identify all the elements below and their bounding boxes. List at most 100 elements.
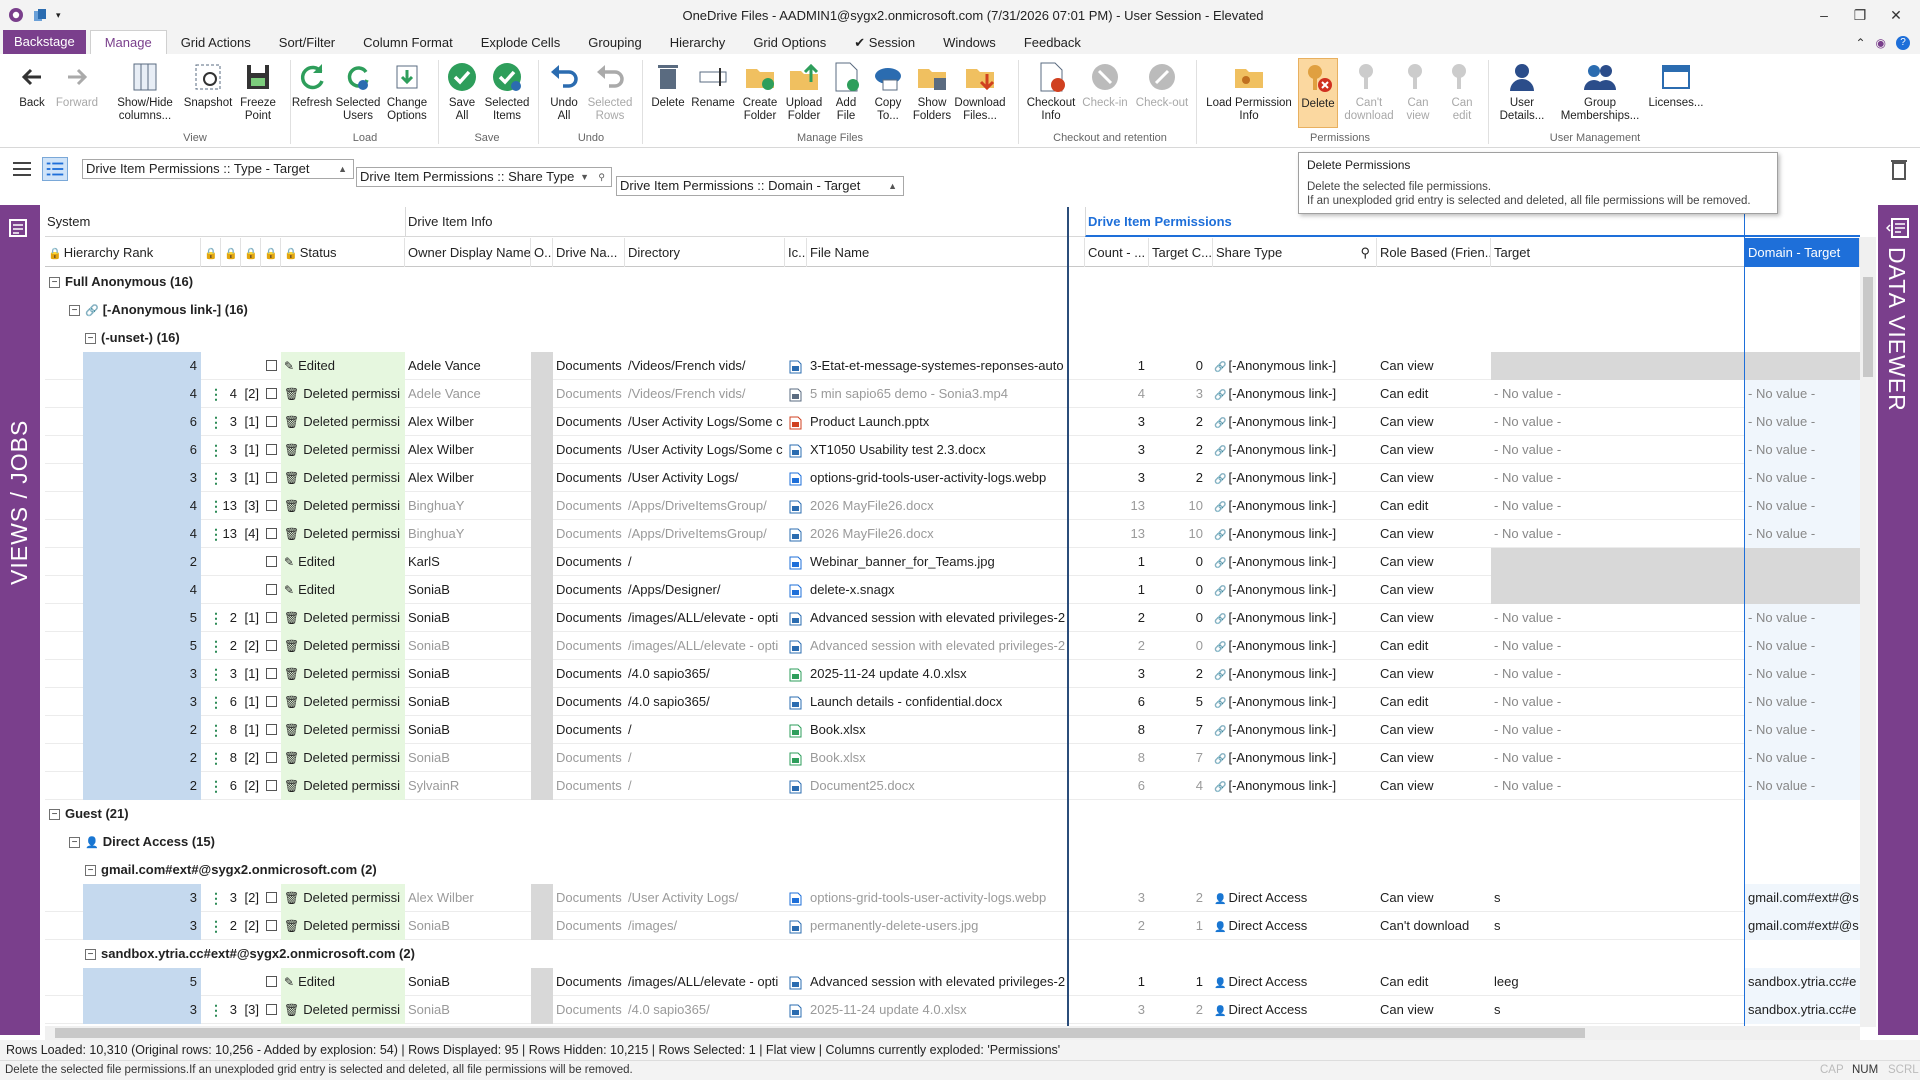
cell-share-type[interactable]: 🔗 [-Anonymous link-]: [1211, 464, 1377, 492]
restore-button[interactable]: ❐: [1842, 7, 1878, 24]
cell-hierarchy-rank[interactable]: 6: [83, 408, 201, 436]
cell-directory[interactable]: /: [625, 744, 785, 772]
cell-hierarchy-rank[interactable]: 5: [83, 968, 201, 996]
refresh-button[interactable]: Refresh: [292, 60, 332, 110]
cell-status[interactable]: 🗑 Deleted permissi: [281, 632, 405, 660]
cell-drive-name[interactable]: Documents: [553, 912, 625, 940]
cell-o[interactable]: [531, 632, 553, 660]
collapse-toggle-icon[interactable]: −: [49, 277, 60, 289]
checkbox-icon[interactable]: [266, 444, 277, 455]
cell-domain-target[interactable]: - No value -: [1745, 464, 1860, 492]
table-row[interactable]: 3 ⋮ 3 [3] 🗑 Deleted permissi SoniaB Documents/4…: [45, 996, 1860, 1024]
cell-explode-count[interactable]: [221, 968, 241, 996]
cell-status[interactable]: 🗑 Deleted permissi: [281, 492, 405, 520]
cell-owner[interactable]: SylvainR: [405, 772, 531, 800]
group-sandbox[interactable]: − sandbox.ytria.cc#ext#@sygx2.onmicrosoft…: [45, 940, 1860, 968]
cell-target-count[interactable]: 2: [1149, 436, 1207, 464]
cell-target[interactable]: - No value -: [1491, 604, 1745, 632]
cell-share-type[interactable]: 🔗 [-Anonymous link-]: [1211, 492, 1377, 520]
row-menu-icon[interactable]: ⋮: [209, 470, 221, 486]
cell-explode-index[interactable]: [1]: [241, 688, 263, 716]
cell-count[interactable]: 3: [1085, 884, 1149, 912]
cell-count[interactable]: 6: [1085, 772, 1149, 800]
sort-descending-icon[interactable]: ▼: [580, 168, 589, 186]
cell-hierarchy-rank[interactable]: 4: [83, 576, 201, 604]
cell-share-type[interactable]: 🔗 [-Anonymous link-]: [1211, 548, 1377, 576]
cell-owner[interactable]: Alex Wilber: [405, 408, 531, 436]
row-menu-icon[interactable]: ⋮: [209, 610, 221, 626]
cell-target[interactable]: - No value -: [1491, 520, 1745, 548]
tab-column-format[interactable]: Column Format: [349, 32, 467, 54]
cell-drive-name[interactable]: Documents: [553, 688, 625, 716]
cell-owner[interactable]: Alex Wilber: [405, 436, 531, 464]
cell-status[interactable]: 🗑 Deleted permissi: [281, 772, 405, 800]
cell-marker[interactable]: ⋮: [201, 744, 221, 772]
cell-target-count[interactable]: 0: [1149, 604, 1207, 632]
cell-hierarchy-rank[interactable]: 4: [83, 352, 201, 380]
checkbox-icon[interactable]: [266, 1004, 277, 1015]
cell-marker[interactable]: ⋮: [201, 604, 221, 632]
cell-file-name[interactable]: 2026 MayFile26.docx: [807, 492, 1065, 520]
cell-marker[interactable]: ⋮: [201, 884, 221, 912]
cell-share-type[interactable]: 🔗 [-Anonymous link-]: [1211, 408, 1377, 436]
row-menu-icon[interactable]: ⋮: [209, 1002, 221, 1018]
sort-ascending-icon[interactable]: ▲: [888, 177, 897, 195]
header-lock-4[interactable]: 🔒: [261, 238, 281, 267]
cell-role[interactable]: Can view: [1377, 408, 1491, 436]
cell-role[interactable]: Can view: [1377, 576, 1491, 604]
checkbox-icon[interactable]: [266, 416, 277, 427]
cell-o[interactable]: [531, 912, 553, 940]
cell-explode-count[interactable]: 3: [221, 996, 241, 1024]
tab-manage[interactable]: Manage: [89, 30, 167, 54]
cell-drive-name[interactable]: Documents: [553, 996, 625, 1024]
cell-count[interactable]: 1: [1085, 352, 1149, 380]
collapse-ribbon-icon[interactable]: ⌃: [1855, 36, 1865, 50]
cell-target[interactable]: - No value -: [1491, 408, 1745, 436]
cell-count[interactable]: 3: [1085, 436, 1149, 464]
table-row[interactable]: 5 ⋮ 2 [2] 🗑 Deleted permissi SoniaB Documents/i…: [45, 632, 1860, 660]
cell-status[interactable]: ✎ Edited: [281, 548, 405, 576]
load-permission-info-button[interactable]: Load Permission Info: [1204, 60, 1294, 123]
cell-count[interactable]: 2: [1085, 912, 1149, 940]
cell-share-type[interactable]: 🔗 [-Anonymous link-]: [1211, 380, 1377, 408]
cell-explode-count[interactable]: 8: [221, 744, 241, 772]
save-selected-items-button[interactable]: Selected Items: [484, 60, 530, 123]
cell-target[interactable]: [1491, 548, 1745, 576]
cell-target-count[interactable]: 3: [1149, 380, 1207, 408]
cell-share-type[interactable]: 🔗 [-Anonymous link-]: [1211, 688, 1377, 716]
cell-domain-target[interactable]: [1745, 548, 1860, 576]
cell-explode-index[interactable]: [2]: [241, 772, 263, 800]
cell-domain-target[interactable]: - No value -: [1745, 380, 1860, 408]
header-share-type[interactable]: Share Type ⚲: [1213, 238, 1377, 267]
cell-explode-index[interactable]: [241, 352, 263, 380]
cell-o[interactable]: [531, 548, 553, 576]
cell-count[interactable]: 1: [1085, 548, 1149, 576]
cell-directory[interactable]: /Apps/DriveItemsGroup/: [625, 492, 785, 520]
collapse-toggle-icon[interactable]: −: [85, 333, 96, 345]
table-row[interactable]: 5 ⋮ 2 [1] 🗑 Deleted permissi SoniaB Documents/i…: [45, 604, 1860, 632]
cell-o[interactable]: [531, 408, 553, 436]
cell-role[interactable]: Can edit: [1377, 632, 1491, 660]
cell-o[interactable]: [531, 380, 553, 408]
table-row[interactable]: 3 ⋮ 6 [1] 🗑 Deleted permissi SoniaB Documents/4…: [45, 688, 1860, 716]
cell-share-type[interactable]: 🔗 [-Anonymous link-]: [1211, 576, 1377, 604]
checkbox-icon[interactable]: [266, 556, 277, 567]
cell-target-count[interactable]: 1: [1149, 968, 1207, 996]
cell-target[interactable]: - No value -: [1491, 464, 1745, 492]
cell-hierarchy-rank[interactable]: 5: [83, 632, 201, 660]
cell-explode-count[interactable]: 6: [221, 772, 241, 800]
check-out-button[interactable]: Check-out: [1134, 60, 1190, 110]
rename-button[interactable]: Rename: [690, 60, 736, 110]
cell-explode-count[interactable]: 3: [221, 436, 241, 464]
cell-drive-name[interactable]: Documents: [553, 772, 625, 800]
cell-hierarchy-rank[interactable]: 4: [83, 520, 201, 548]
checkbox-icon[interactable]: [266, 780, 277, 791]
cell-explode-index[interactable]: [241, 548, 263, 576]
cell-o[interactable]: [531, 772, 553, 800]
forward-button[interactable]: Forward: [55, 60, 99, 110]
tab-grid-options[interactable]: Grid Options: [739, 32, 840, 54]
table-row[interactable]: 4 ⋮ 13 [4] 🗑 Deleted permissi BinghuaY Document…: [45, 520, 1860, 548]
cell-marker[interactable]: ⋮: [201, 436, 221, 464]
cell-share-type[interactable]: 🔗 [-Anonymous link-]: [1211, 604, 1377, 632]
cell-file-name[interactable]: Document25.docx: [807, 772, 1065, 800]
